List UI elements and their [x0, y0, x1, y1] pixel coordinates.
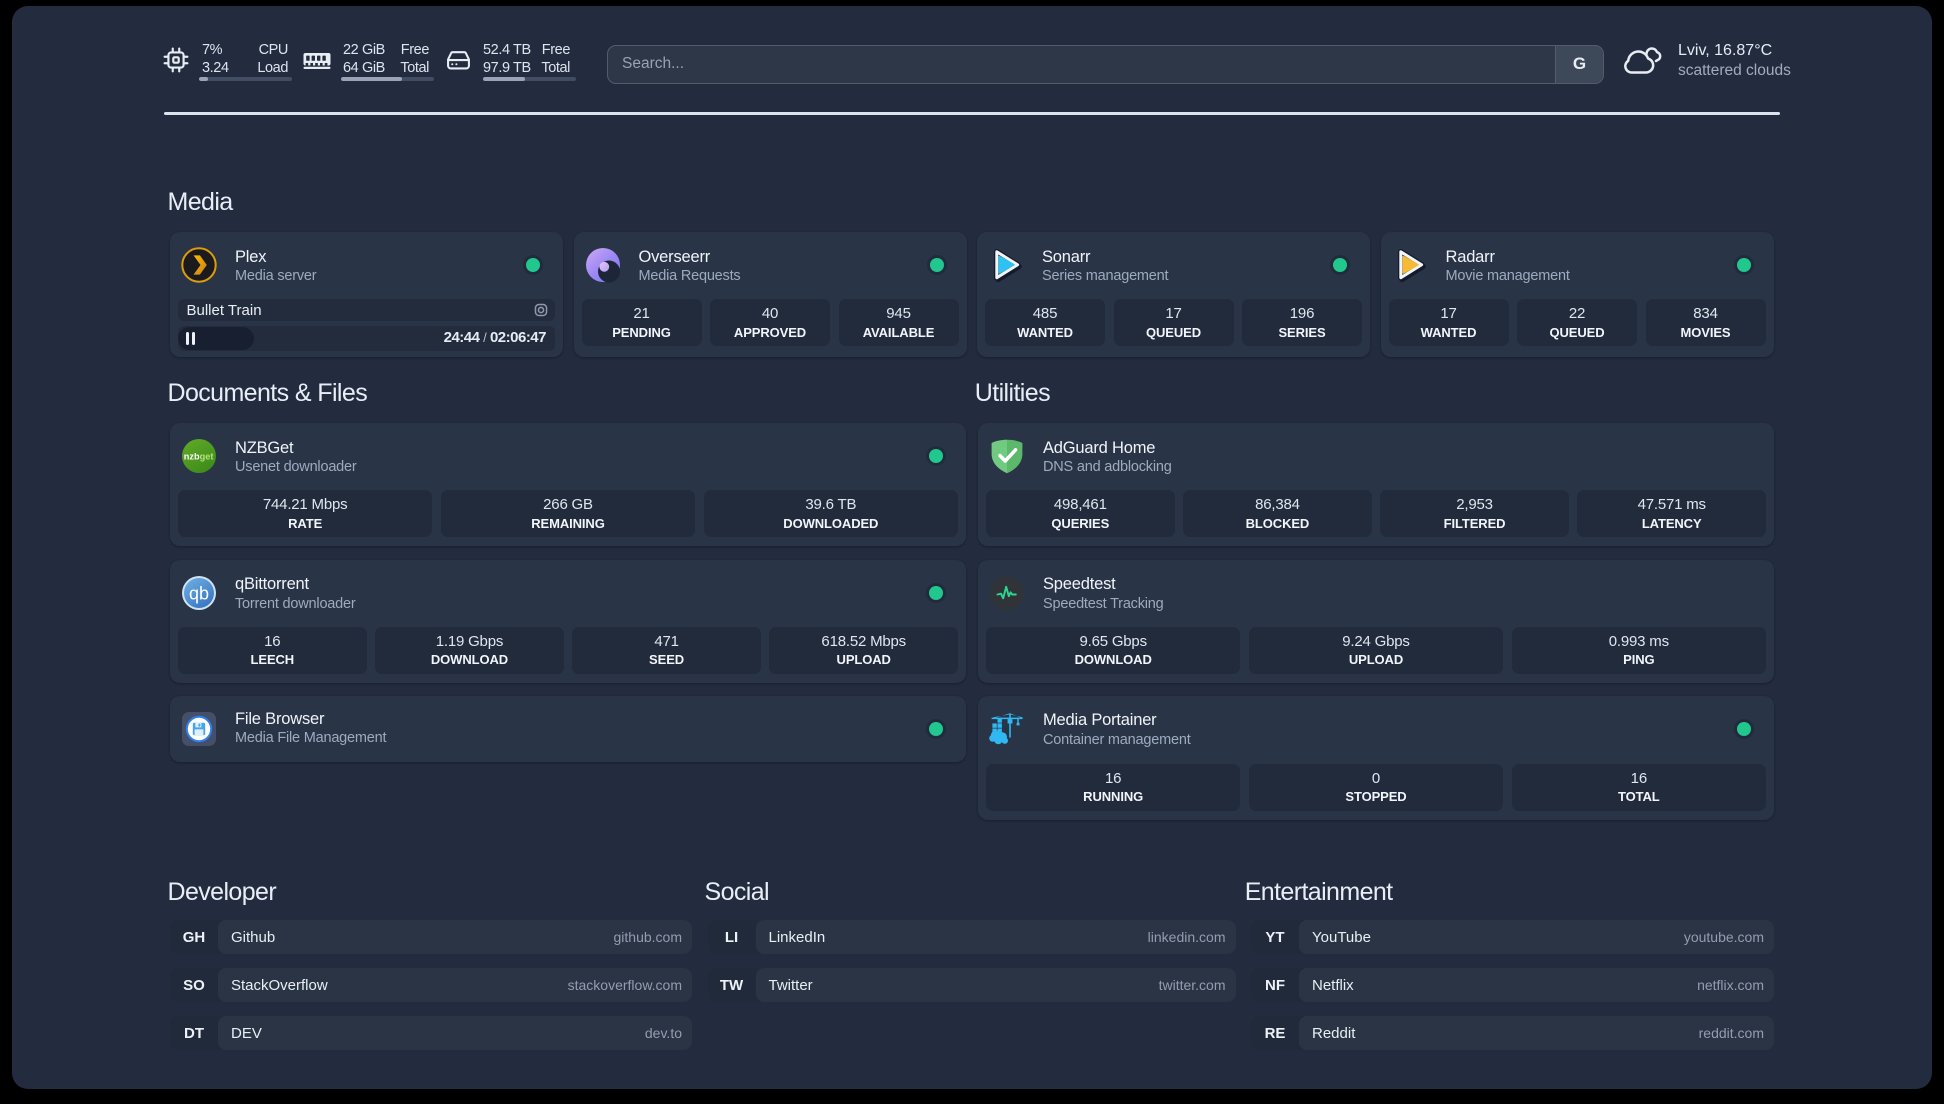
svg-text:qb: qb: [189, 583, 209, 603]
svg-text:nzbget: nzbget: [184, 452, 214, 462]
